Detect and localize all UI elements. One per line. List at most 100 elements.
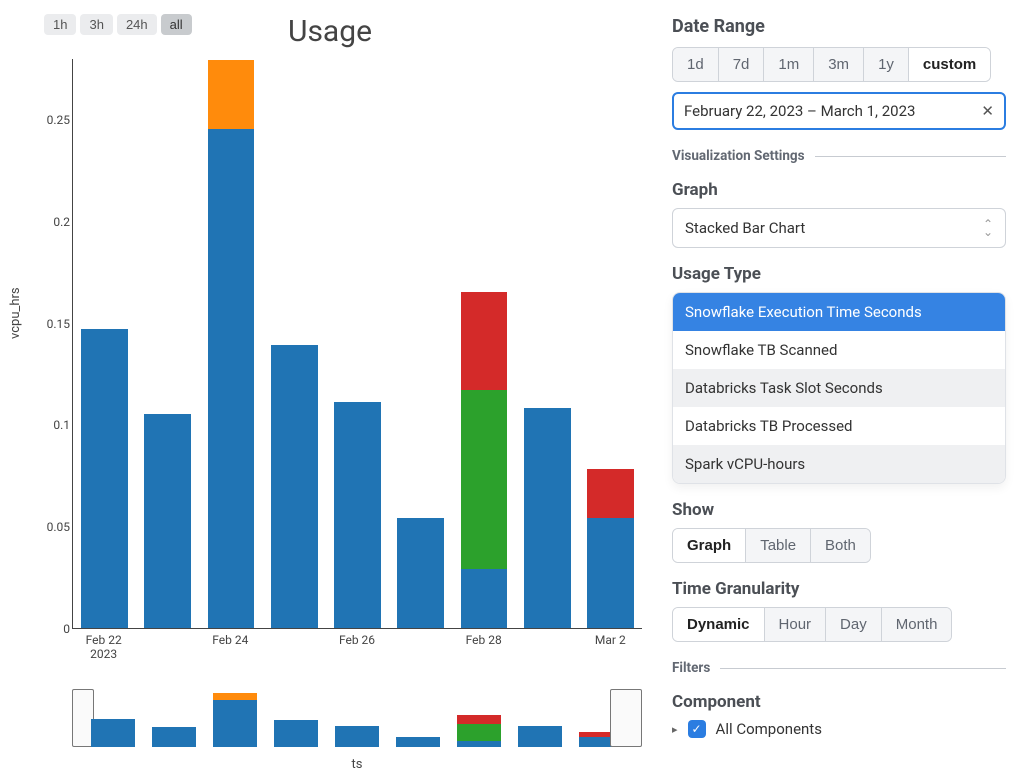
show-graph[interactable]: Graph [673,529,745,562]
bar-segment-blue [213,700,257,747]
usage-type-option[interactable]: Spark vCPU-hours [673,445,1005,483]
bar-segment-blue [335,726,379,747]
granularity-month[interactable]: Month [881,608,952,641]
bar-segment-blue [271,345,318,628]
granularity-hour[interactable]: Hour [764,608,826,641]
date-range-input[interactable]: February 22, 2023 – March 1, 2023 ✕ [672,92,1006,130]
plot-area [72,59,642,629]
bar-segment-red [457,715,501,724]
bar[interactable] [144,414,191,628]
date-range-buttons: 1d7d1m3m1ycustom [672,47,991,82]
all-components-checkbox[interactable]: ✓ [688,720,706,738]
bar[interactable] [335,726,379,747]
quick-range-3h[interactable]: 3h [80,14,112,35]
bar[interactable] [397,518,444,628]
date-range-custom[interactable]: custom [908,48,990,81]
bar-segment-blue [144,414,191,628]
x-tick: Feb 26 [339,633,375,647]
usage-type-option[interactable]: Snowflake Execution Time Seconds [673,293,1005,331]
date-range-1d[interactable]: 1d [673,48,718,81]
bar[interactable] [152,727,196,747]
bar[interactable] [396,737,440,747]
bar-slot [452,59,515,628]
bar-slot [388,693,449,747]
bar-slot [263,59,326,628]
component-all-row[interactable]: ▸ ✓ All Components [672,720,1006,738]
usage-type-option[interactable]: Databricks Task Slot Seconds [673,369,1005,407]
usage-type-label: Usage Type [672,264,1006,284]
bar-segment-blue [457,741,501,747]
bar[interactable] [213,693,257,747]
chart-panel: 1h3h24hall Usage vcpu_hrs 00.050.10.150.… [0,0,660,780]
bar[interactable] [271,345,318,628]
x-tick: Feb 24 [212,633,248,647]
bar-segment-blue [208,129,255,628]
expand-caret-icon[interactable]: ▸ [672,723,678,736]
bar-slot [579,59,642,628]
y-tick: 0 [38,622,70,636]
date-range-1m[interactable]: 1m [763,48,813,81]
date-range-3m[interactable]: 3m [813,48,863,81]
x-tick: Feb 28 [466,633,502,647]
quick-range-all[interactable]: all [161,14,192,35]
bar-slot [326,59,389,628]
bar-segment-red [461,292,508,390]
bar-segment-blue [397,518,444,628]
bar[interactable] [334,402,381,628]
bar[interactable] [81,329,128,628]
bar-slot [265,693,326,747]
bar-segment-blue [334,402,381,628]
date-range-value: February 22, 2023 – March 1, 2023 [684,102,915,120]
bar-segment-blue [91,719,135,747]
bar-slot [326,693,387,747]
bar-slot [516,59,579,628]
bar[interactable] [518,726,562,747]
usage-type-list: Snowflake Execution Time SecondsSnowflak… [672,292,1006,484]
x-ticks: Feb 222023Feb 24Feb 26Feb 28Mar 2 [72,629,642,669]
time-granularity-buttons: DynamicHourDayMonth [672,607,952,642]
y-tick: 0.15 [38,317,70,331]
granularity-day[interactable]: Day [825,608,881,641]
show-table[interactable]: Table [745,529,810,562]
quick-range-24h[interactable]: 24h [117,14,157,35]
bar[interactable] [274,720,318,747]
bar-slot [449,693,510,747]
select-caret-icon: ⌃⌄ [983,220,993,236]
clear-icon[interactable]: ✕ [981,102,994,120]
x-tick: Mar 2 [595,633,626,647]
show-buttons: GraphTableBoth [672,528,871,563]
overview-handle-right[interactable] [610,689,642,747]
date-range-1y[interactable]: 1y [863,48,908,81]
bar[interactable] [91,719,135,747]
graph-label: Graph [672,180,1006,200]
y-ticks: 00.050.10.150.20.25 [38,59,70,629]
y-tick: 0.1 [38,418,70,432]
graph-select[interactable]: Stacked Bar Chart ⌃⌄ [672,208,1006,248]
quick-range-1h[interactable]: 1h [44,14,76,35]
bar[interactable] [208,60,255,628]
show-both[interactable]: Both [810,529,870,562]
quick-range-group: 1h3h24hall [44,14,192,35]
bar[interactable] [457,715,501,747]
usage-type-option[interactable]: Databricks TB Processed [673,407,1005,445]
bar-segment-red [587,469,634,518]
bar-segment-green [457,724,501,741]
bar-segment-blue [461,569,508,628]
bar[interactable] [587,469,634,628]
show-label: Show [672,500,1006,520]
bar[interactable] [524,408,571,628]
y-tick: 0.2 [38,215,70,229]
bar-slot [82,693,143,747]
usage-type-option[interactable]: Snowflake TB Scanned [673,331,1005,369]
date-range-7d[interactable]: 7d [718,48,764,81]
bar-segment-blue [587,518,634,628]
bar-segment-blue [152,727,196,747]
bar-slot [73,59,136,628]
bar-segment-blue [518,726,562,747]
all-components-label: All Components [716,720,822,738]
bar-segment-blue [274,720,318,747]
bar-segment-green [461,390,508,569]
bar-segment-blue [81,329,128,628]
granularity-dynamic[interactable]: Dynamic [673,608,764,641]
bar[interactable] [461,292,508,628]
